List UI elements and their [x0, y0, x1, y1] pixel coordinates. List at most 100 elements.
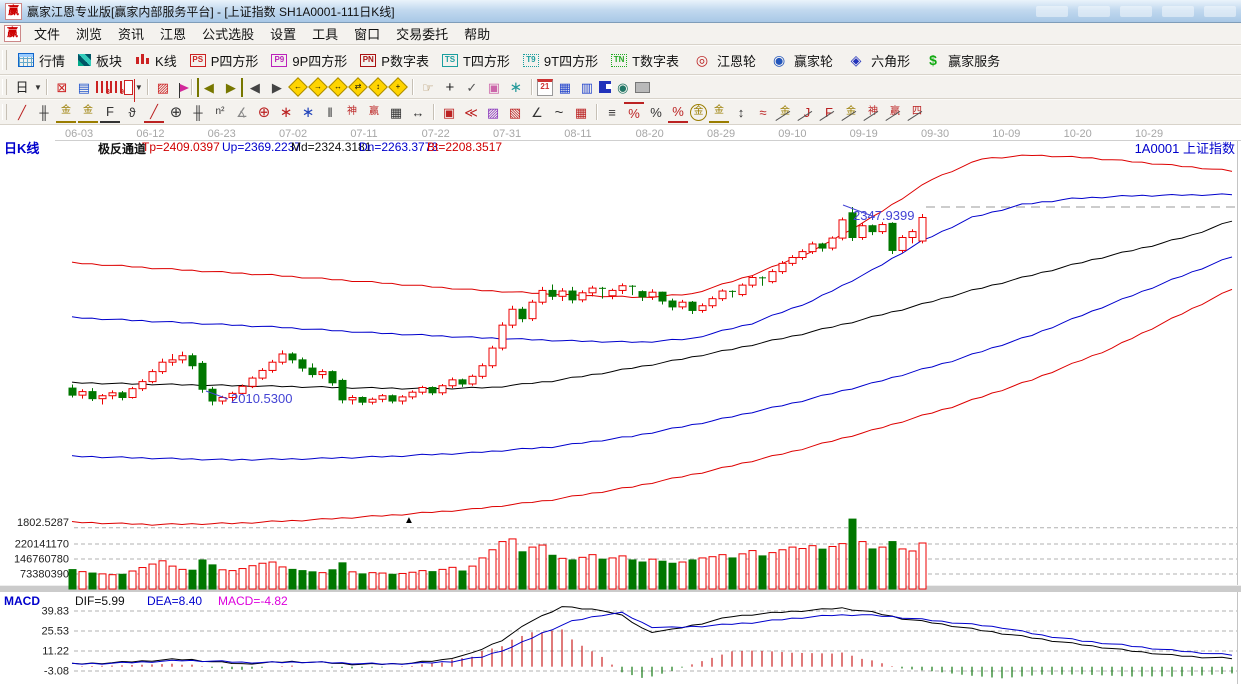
toolbar-button-d-angle2[interactable]: ∠: [527, 103, 547, 122]
volume-bar: [799, 549, 806, 589]
menu-item[interactable]: 窗口: [346, 23, 388, 44]
toolbar-button-d-ruler[interactable]: ≡: [602, 103, 622, 122]
toolbar-button-skip-first[interactable]: ◀: [197, 78, 219, 97]
menu-item[interactable]: 浏览: [68, 23, 110, 44]
toolbar-button-check[interactable]: ✓: [462, 78, 482, 97]
toolbar-button-calculator[interactable]: ▦: [555, 78, 575, 97]
toolbar-button-net-red[interactable]: ⊠: [52, 78, 72, 97]
toolbar-button-save[interactable]: [599, 81, 611, 93]
toolbar-button-d-gold-grid[interactable]: 金: [56, 102, 76, 123]
toolbar-button-notepad[interactable]: ▥: [577, 78, 597, 97]
toolbar-button-d-web-red[interactable]: ∗: [276, 103, 296, 122]
toolbar-button-d-grid-redline[interactable]: ▧: [505, 103, 525, 122]
toolbar-button-d-ying[interactable]: 赢: [364, 103, 384, 122]
toolbar-button-sector-blocks[interactable]: 板块: [71, 49, 128, 72]
menu-item[interactable]: 工具: [304, 23, 346, 44]
toolbar-button-d-box-red[interactable]: ▣: [439, 103, 459, 122]
menu-item[interactable]: 资讯: [110, 23, 152, 44]
toolbar-button-d-expand[interactable]: ↔: [408, 103, 428, 122]
toolbar-button-pattern-red[interactable]: ▨: [153, 78, 173, 97]
menu-item[interactable]: 文件: [26, 23, 68, 44]
toolbar-button-d-gold-lines[interactable]: 金: [709, 102, 729, 123]
toolbar-button-d-pen2[interactable]: ╱: [144, 102, 164, 123]
toolbar-button-dia-vert[interactable]: ↕: [368, 77, 388, 97]
toolbar-button-d-gold-grid2[interactable]: 金: [78, 102, 98, 123]
toolbar-button-quote-grid[interactable]: 行情: [11, 49, 71, 72]
period-label[interactable]: 日K线: [4, 138, 39, 157]
toolbar-button-dia-right[interactable]: →: [308, 77, 328, 97]
candle-body: [889, 223, 896, 250]
toolbar-button-globe[interactable]: ◉: [613, 78, 633, 97]
menu-item[interactable]: 设置: [262, 23, 304, 44]
toolbar-button-dia-cross[interactable]: +: [388, 77, 408, 97]
toolbar-button-d-wave-red[interactable]: ≈: [753, 103, 773, 122]
toolbar-button-badge-tn[interactable]: TNT数字表: [604, 49, 685, 72]
toolbar-button-dollar[interactable]: $赢家服务: [916, 49, 1006, 72]
toolbar-button-crosshair[interactable]: +: [440, 78, 460, 97]
toolbar-button-d-web-blue[interactable]: ∗: [298, 103, 318, 122]
toolbar-button-d-grid[interactable]: ╫: [34, 103, 54, 122]
macd-indicator-name[interactable]: MACD: [4, 594, 40, 608]
toolbar-button-d-pen-bars[interactable]: ↕: [731, 103, 751, 122]
toolbar-button-d-shen-angle[interactable]: 神: [863, 103, 883, 122]
toolbar-button-badge-pn[interactable]: PNP数字表: [353, 49, 435, 72]
menu-item[interactable]: 交易委托: [388, 23, 456, 44]
toolbar-button-step-left[interactable]: ◀: [245, 78, 265, 97]
toolbar-button-step-right[interactable]: ▶: [267, 78, 287, 97]
toolbar-button-dia-left[interactable]: ←: [288, 77, 308, 97]
toolbar-button-d-n2[interactable]: n²: [210, 103, 230, 122]
toolbar-button-hexagon[interactable]: ◈六角形: [839, 49, 916, 72]
toolbar-button-d-si-angle[interactable]: 四: [907, 103, 927, 122]
toolbar-button-gann-wheel[interactable]: ◎江恩轮: [685, 49, 762, 72]
titlebar[interactable]: 赢 赢家江恩专业版[赢家内部服务平台] - [上证指数 SH1A0001-111…: [0, 0, 1241, 23]
toolbar-button-badge-ts[interactable]: TST四方形: [435, 49, 516, 72]
toolbar-button-d-gold-angle[interactable]: 金: [775, 103, 795, 122]
toolbar-button-d-pillars[interactable]: ‖: [320, 103, 340, 122]
toolbar-button-kline-candles[interactable]: K线: [128, 49, 183, 72]
toolbar-button-badge-ps[interactable]: PSP四方形: [183, 49, 265, 72]
menu-item[interactable]: 江恩: [152, 23, 194, 44]
toolbar-button-calendar[interactable]: 21: [537, 79, 553, 96]
toolbar-button-d-shen[interactable]: 神: [342, 103, 362, 122]
toolbar-button-d-gold-circle[interactable]: 金: [690, 104, 707, 121]
toolbar-button-d-wave[interactable]: ~: [549, 103, 569, 122]
volume-bar: [439, 569, 446, 589]
toolbar-button-d-f-grid[interactable]: F: [100, 102, 120, 123]
toolbar-button-badge-t9[interactable]: T99T四方形: [516, 49, 604, 72]
toolbar-button-clipboard[interactable]: ▤: [74, 78, 94, 97]
toolbar-button-badge-p9[interactable]: P99P四方形: [264, 49, 353, 72]
toolbar-button-color-flag[interactable]: [175, 81, 186, 94]
toolbar-button-d-hash[interactable]: ╫: [188, 103, 208, 122]
toolbar-button-d-pct[interactable]: %: [646, 103, 666, 122]
toolbar-button-hand[interactable]: ☞: [418, 78, 438, 97]
toolbar-button-bars-9[interactable]: 9: [110, 81, 122, 93]
toolbar-button-d-f-angle[interactable]: F: [819, 103, 839, 122]
toolbar-button-d-grid123[interactable]: ▦: [386, 103, 406, 122]
toolbar-button-d-target[interactable]: ⊕: [254, 103, 274, 122]
toolbar-button-winner-wheel[interactable]: ◉赢家轮: [762, 49, 839, 72]
menu-item[interactable]: 帮助: [456, 23, 498, 44]
toolbar-button-d-angle[interactable]: ∡: [232, 103, 252, 122]
menu-item[interactable]: 公式选股: [194, 23, 262, 44]
toolbar-button-star-teal[interactable]: ∗: [506, 78, 526, 97]
toolbar-button-dia-both[interactable]: ↔: [328, 77, 348, 97]
toolbar-button-d-rays[interactable]: ≪: [461, 103, 481, 122]
toolbar-button-d-j-angle[interactable]: J: [797, 103, 817, 122]
toolbar-button-dia-swap[interactable]: ⇄: [348, 77, 368, 97]
toolbar-button-d-ying-angle[interactable]: 赢: [885, 103, 905, 122]
toolbar-button-d-circle-cross[interactable]: ⊕: [166, 103, 186, 122]
symbol-label[interactable]: 1A0001 上证指数: [1135, 138, 1235, 157]
toolbar-button-d-grid-purple[interactable]: ▨: [483, 103, 503, 122]
toolbar-button-printer[interactable]: [635, 82, 650, 93]
toolbar-button-skip-last[interactable]: ▶: [221, 78, 243, 97]
toolbar-button-candle-drop[interactable]: ▼: [123, 80, 143, 95]
toolbar-button-d-grid-red[interactable]: ▦: [571, 103, 591, 122]
toolbar-button-d-gold-angle2[interactable]: 金: [841, 103, 861, 122]
toolbar-button-bars-3[interactable]: 3: [96, 81, 108, 93]
toolbar-button-cube-pink[interactable]: ▣: [484, 78, 504, 97]
toolbar-button-period-day[interactable]: 日▼: [11, 78, 42, 97]
toolbar-button-d-pct-top[interactable]: %: [624, 102, 644, 123]
toolbar-button-d-pen[interactable]: ╱: [12, 103, 32, 122]
toolbar-button-d-pct-under[interactable]: %: [668, 102, 688, 123]
toolbar-button-d-spiral[interactable]: ϑ: [122, 103, 142, 122]
